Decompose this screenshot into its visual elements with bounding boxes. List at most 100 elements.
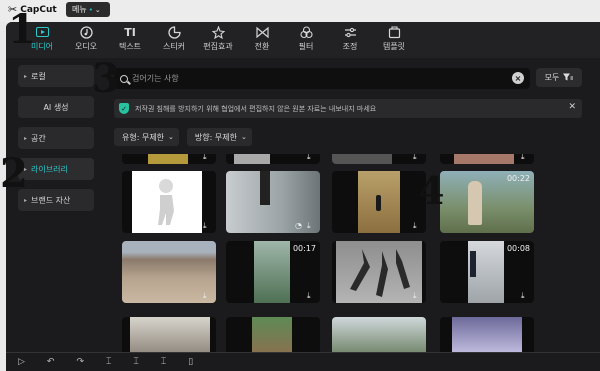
annotation-2: 2 xyxy=(0,150,28,197)
type-filter-dropdown[interactable]: 유형: 무제한 ⌄ xyxy=(114,128,179,146)
sidebar-item-ai-generate[interactable]: AI 생성 xyxy=(18,96,94,118)
all-filter-label: 모두 xyxy=(544,73,560,82)
undo-icon[interactable]: ↶ xyxy=(47,357,55,367)
media-thumbnail[interactable]: 00:08 ⤓ xyxy=(440,241,534,303)
tab-adjust[interactable]: 조정 xyxy=(328,22,372,58)
media-icon xyxy=(35,25,49,39)
download-icon[interactable]: ⤓ xyxy=(413,154,422,161)
notification-dot-icon: • xyxy=(88,5,93,14)
duration-label: 00:08 xyxy=(506,244,530,253)
caret-right-icon: ▸ xyxy=(24,196,28,204)
delete-icon[interactable]: ▯ xyxy=(188,357,193,367)
media-thumbnail[interactable]: ⤓ xyxy=(122,154,216,164)
sidebar-item-space[interactable]: ▸ 공간 xyxy=(18,127,94,149)
chevron-down-icon: ⌄ xyxy=(240,133,247,141)
caret-right-icon: ▸ xyxy=(24,72,28,80)
filter-icon xyxy=(299,25,313,39)
template-icon xyxy=(387,25,401,39)
tab-label: 스티커 xyxy=(162,42,186,51)
media-thumbnail[interactable]: ◔ ⤓ xyxy=(226,171,320,233)
media-thumbnail[interactable]: 00:22 xyxy=(440,171,534,233)
sidebar-item-library[interactable]: ▸ 라이브러리 xyxy=(18,158,94,180)
effects-icon xyxy=(211,25,225,39)
sidebar-item-brand-assets[interactable]: ▸ 브랜드 자산 xyxy=(18,189,94,211)
download-icon[interactable]: ⤓ xyxy=(203,221,212,230)
transition-icon xyxy=(255,25,269,39)
media-thumbnail[interactable]: ⤓ xyxy=(332,171,426,233)
media-thumbnail[interactable]: 00:17 ⤓ xyxy=(226,241,320,303)
menu-label: 메뉴 xyxy=(72,5,87,14)
audio-icon xyxy=(79,25,93,39)
sidebar-item-label: 로컬 xyxy=(31,71,46,81)
search-input[interactable]: 검어기는 사항 xyxy=(132,73,179,84)
tab-transition[interactable]: 전환 xyxy=(240,22,284,58)
media-thumbnail[interactable]: ⤓ xyxy=(332,241,426,303)
tab-bar: 미디어 오디오 TI 텍스트 스티커 편집효과 전환 필터 조정 템플릿 xyxy=(6,22,600,58)
caret-right-icon: ▸ xyxy=(24,134,28,142)
media-thumbnail[interactable]: ⤓ xyxy=(332,154,426,164)
filter-sort-icon xyxy=(563,73,574,83)
tab-effects[interactable]: 편집효과 xyxy=(196,22,240,58)
split-icon[interactable]: ⌶ xyxy=(106,357,111,367)
media-thumbnail[interactable] xyxy=(226,317,320,352)
type-filter-label: 유형: 무제한 xyxy=(122,132,165,142)
tab-label: 편집효과 xyxy=(203,42,233,51)
annotation-1: 1 xyxy=(8,6,36,53)
chevron-down-icon: ⌄ xyxy=(168,133,174,141)
sidebar-item-local[interactable]: ▸ 로컬 xyxy=(18,65,94,87)
tab-audio[interactable]: 오디오 xyxy=(64,22,108,58)
tab-filter[interactable]: 필터 xyxy=(284,22,328,58)
duration-label: 00:22 xyxy=(506,174,530,183)
sidebar-item-label: AI 생성 xyxy=(43,102,69,112)
media-thumbnail[interactable]: ⤓ xyxy=(122,241,216,303)
download-icon[interactable]: ⤓ xyxy=(521,291,530,300)
split-right-icon[interactable]: ⌶ xyxy=(161,357,166,367)
tab-label: 오디오 xyxy=(74,42,98,51)
download-icon[interactable]: ⤓ xyxy=(521,154,530,161)
annotation-4: 4 xyxy=(418,168,445,213)
redo-icon[interactable]: ↷ xyxy=(76,357,84,367)
search-bar[interactable]: 검어기는 사항 × xyxy=(114,68,530,89)
sidebar-item-label: 공간 xyxy=(31,133,46,143)
text-icon: TI xyxy=(124,25,136,39)
tab-template[interactable]: 템플릿 xyxy=(372,22,416,58)
menu-button[interactable]: 메뉴 • ⌄ xyxy=(66,2,110,17)
download-icon[interactable]: ⤓ xyxy=(203,291,212,300)
orientation-filter-dropdown[interactable]: 방향: 무제한 ⌄ xyxy=(186,128,252,146)
media-thumbnail[interactable] xyxy=(440,317,534,352)
tab-label: 전환 xyxy=(254,42,270,51)
select-tool-icon[interactable]: ▷ xyxy=(18,357,25,367)
download-icon[interactable]: ⤓ xyxy=(307,154,316,161)
tab-sticker[interactable]: 스티커 xyxy=(152,22,196,58)
adjust-icon xyxy=(343,25,357,39)
search-icon xyxy=(120,74,128,83)
media-thumbnail[interactable] xyxy=(122,317,216,352)
all-filter-button[interactable]: 모두 xyxy=(536,68,582,87)
playlist-icon[interactable]: ◔ xyxy=(295,221,304,230)
tab-text[interactable]: TI 텍스트 xyxy=(108,22,152,58)
download-icon[interactable]: ⤓ xyxy=(307,221,316,230)
sticker-icon xyxy=(167,25,181,39)
media-thumbnail[interactable]: ⤓ xyxy=(440,154,534,164)
copyright-notice: ✓ 저작권 침해를 방지하기 위해 협업에서 편집하지 않은 원본 자료는 내보… xyxy=(114,99,582,118)
media-thumbnail[interactable]: ⤓ xyxy=(122,171,216,233)
media-thumbnail[interactable]: ⤓ xyxy=(226,154,320,164)
tab-label: 템플릿 xyxy=(382,42,406,51)
download-icon[interactable]: ⤓ xyxy=(413,291,422,300)
clear-icon[interactable]: × xyxy=(512,72,524,84)
orientation-filter-label: 방향: 무제한 xyxy=(194,132,237,142)
download-icon[interactable]: ⤓ xyxy=(307,291,316,300)
filter-row: 유형: 무제한 ⌄ 방향: 무제한 ⌄ xyxy=(114,128,252,146)
sidebar-item-label: 브랜드 자산 xyxy=(31,195,71,205)
download-icon[interactable]: ⤓ xyxy=(203,154,212,161)
sidebar: ▸ 로컬 AI 생성 ▸ 공간 ▸ 라이브러리 ▸ 브랜드 자산 xyxy=(18,65,100,220)
media-thumbnail[interactable] xyxy=(332,317,426,352)
sidebar-item-label: 라이브러리 xyxy=(31,164,68,174)
download-icon[interactable]: ⤓ xyxy=(413,221,422,230)
split-left-icon[interactable]: ⌶ xyxy=(133,357,138,367)
tab-label: 필터 xyxy=(298,42,314,51)
close-icon[interactable]: ✕ xyxy=(568,102,576,112)
title-bar: ✂ CapCut 메뉴 • ⌄ xyxy=(0,0,600,22)
chevron-down-icon: ⌄ xyxy=(94,5,101,14)
shield-check-icon: ✓ xyxy=(119,103,129,114)
